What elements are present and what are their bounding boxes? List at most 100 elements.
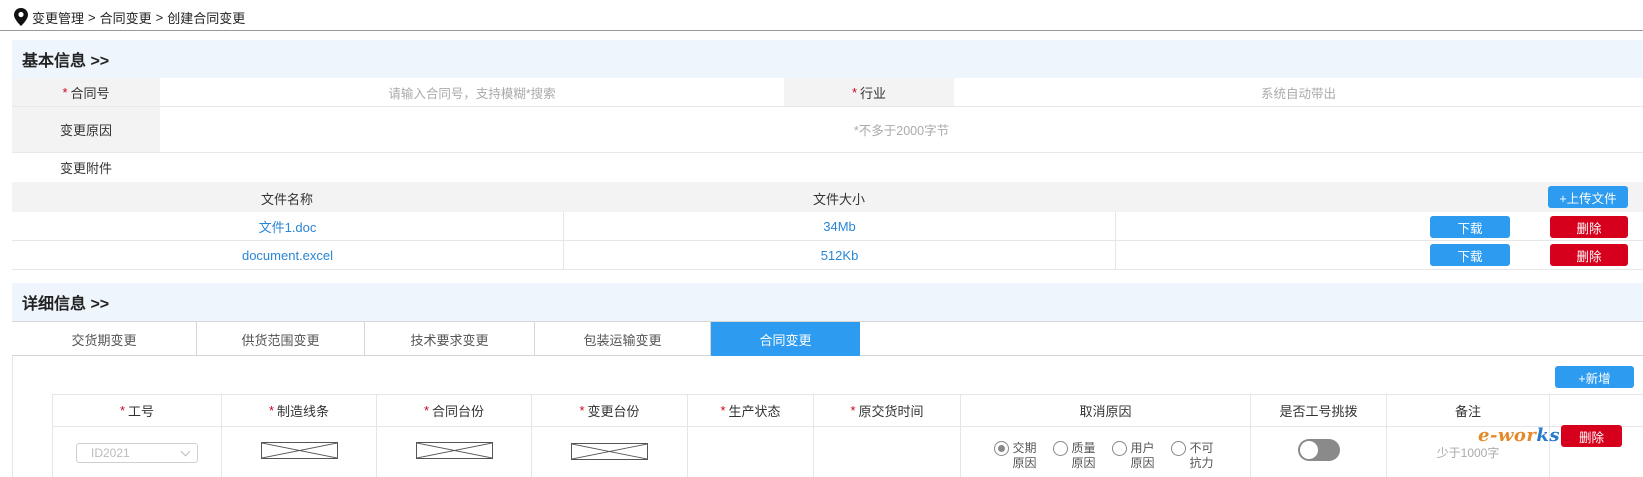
required-mark: *: [62, 84, 68, 100]
add-row-button[interactable]: +新增: [1555, 366, 1634, 388]
breadcrumb-item-create-contract-change: 创建合同变更: [167, 10, 246, 26]
contract-units-input[interactable]: [415, 442, 493, 459]
breadcrumb-separator: >: [88, 9, 96, 25]
change-type-tabs: 交货期变更 供货范围变更 技术要求变更 包装运输变更 合同变更: [12, 321, 1643, 356]
contract-no-input[interactable]: 请输入合同号，支持模糊*搜索: [160, 78, 784, 106]
column-header-change-units: * 变更台份: [532, 395, 688, 426]
file-table-header: 文件名称 文件大小: [12, 182, 1643, 212]
radio-unchecked-icon[interactable]: [1111, 441, 1127, 456]
attachment-area: [160, 153, 1643, 182]
watermark-prefix: e: [1478, 425, 1490, 446]
column-header-production-status: * 生产状态: [688, 395, 814, 426]
job-no-cell: ID2021: [53, 427, 222, 477]
delete-row-button[interactable]: 删除: [1561, 425, 1622, 447]
column-header-text: 工号: [128, 404, 155, 419]
required-mark: *: [851, 84, 858, 100]
cancel-reason-option[interactable]: 不可抗力: [1170, 441, 1218, 471]
delete-file-button[interactable]: 删除: [1550, 244, 1628, 266]
toggle-knob: [1299, 441, 1318, 459]
breadcrumb-item-change-management[interactable]: 变更管理: [32, 8, 84, 27]
eworks-watermark-logo: e-works: [1478, 425, 1560, 446]
column-header-job-no: * 工号: [53, 395, 222, 426]
cancel-reason-label: 用户原因: [1130, 441, 1155, 470]
column-header-contract-units: * 合同台份: [377, 395, 532, 426]
job-transfer-toggle[interactable]: [1297, 439, 1340, 461]
column-header-cancel-reason: 取消原因: [961, 395, 1251, 426]
industry-input[interactable]: 系统自动带出: [954, 78, 1643, 106]
tab-packaging-change[interactable]: 包装运输变更: [535, 322, 711, 356]
cancel-reason-option[interactable]: 质量原因: [1052, 441, 1100, 471]
column-header-text: 制造线条: [277, 404, 330, 419]
file-name-link[interactable]: document.excel: [12, 241, 564, 270]
reason-row: 变更原因 *不多于2000字节: [12, 107, 1643, 153]
detail-table-header: * 工号 * 制造线条 * 合同台份 * 变更台份 * 生产状态 * 原交货时间 取消原因 …: [52, 394, 1643, 427]
radio-checked-icon[interactable]: [993, 441, 1009, 456]
table-row: document.excel 512Kb: [12, 241, 1643, 270]
column-header-job-transfer: 是否工号挑拨: [1251, 395, 1387, 426]
industry-label: * 行业: [784, 78, 954, 106]
required-mark: *: [720, 403, 726, 418]
column-header-text: 原交货时间: [858, 404, 924, 419]
job-no-select[interactable]: ID2021: [76, 443, 198, 463]
change-attachment-label: 变更附件: [12, 153, 160, 182]
table-row: ID2021 交期原因 质量原因 用户原因 不可抗力 少于1000字: [52, 427, 1643, 477]
cancel-reason-radio-group: 交期原因 质量原因 用户原因 不可抗力: [993, 427, 1218, 471]
production-status-cell: [688, 427, 814, 477]
production-line-input[interactable]: [260, 442, 338, 459]
original-delivery-cell: [814, 427, 961, 477]
breadcrumb-item-contract-change[interactable]: 合同变更: [100, 8, 152, 27]
required-mark: *: [579, 403, 585, 418]
column-header-actions: [1550, 395, 1643, 426]
contract-no-label-text: 合同号: [70, 85, 110, 101]
radio-unchecked-icon[interactable]: [1170, 441, 1186, 456]
chevron-down-icon: [180, 446, 191, 456]
download-button[interactable]: 下载: [1430, 216, 1510, 238]
production-line-cell: [222, 427, 377, 477]
cancel-reason-cell: 交期原因 质量原因 用户原因 不可抗力: [961, 427, 1251, 477]
location-pin-icon: [14, 8, 28, 26]
tab-technical-change[interactable]: 技术要求变更: [365, 322, 535, 356]
required-mark: *: [268, 403, 275, 418]
column-header-remark: 备注: [1387, 395, 1550, 426]
header-divider: [0, 30, 1643, 31]
radio-unchecked-icon[interactable]: [1052, 441, 1068, 456]
industry-label-text: 行业: [860, 85, 887, 101]
change-units-input[interactable]: [571, 443, 648, 460]
detail-info-header: 详细信息 >>: [12, 283, 1643, 321]
file-size: 34Mb: [564, 212, 1116, 241]
job-transfer-cell: [1251, 427, 1387, 477]
watermark-text: -wor: [1489, 425, 1537, 446]
file-size-column-header: 文件大小: [813, 192, 866, 207]
change-units-cell: [532, 427, 688, 477]
file-size: 512Kb: [564, 241, 1116, 270]
required-mark: *: [423, 403, 430, 418]
column-header-text: 生产状态: [728, 404, 781, 419]
column-header-production-line: * 制造线条: [222, 395, 377, 426]
tab-contract-change[interactable]: 合同变更: [711, 322, 860, 356]
delete-file-button[interactable]: 删除: [1550, 216, 1628, 238]
contract-no-label: * 合同号: [12, 78, 160, 106]
breadcrumb-separator: >: [155, 9, 164, 25]
job-no-value: ID2021: [91, 446, 130, 460]
tab-supply-scope-change[interactable]: 供货范围变更: [197, 322, 365, 356]
file-name-link[interactable]: 文件1.doc: [12, 212, 564, 241]
cancel-reason-option[interactable]: 用户原因: [1111, 441, 1159, 471]
column-header-text: 合同台份: [432, 404, 485, 419]
change-reason-label: 变更原因: [12, 107, 160, 152]
tab-delivery-change[interactable]: 交货期变更: [12, 322, 197, 356]
cancel-reason-option[interactable]: 交期原因: [993, 441, 1041, 471]
download-button[interactable]: 下载: [1430, 244, 1510, 266]
cancel-reason-label: 不可抗力: [1189, 441, 1214, 470]
attachment-row: 变更附件: [12, 153, 1643, 182]
basic-info-header: 基本信息 >>: [12, 40, 1643, 78]
required-mark: *: [850, 403, 856, 418]
cancel-reason-label: 交期原因: [1012, 441, 1037, 470]
table-row: 文件1.doc 34Mb: [12, 212, 1643, 241]
column-header-original-delivery: * 原交货时间: [814, 395, 961, 426]
upload-file-button[interactable]: +上传文件: [1548, 186, 1628, 208]
contract-row: * 合同号 请输入合同号，支持模糊*搜索 * 行业 系统自动带出: [12, 78, 1643, 107]
column-header-text: 变更台份: [587, 404, 640, 419]
required-mark: *: [119, 403, 126, 418]
change-reason-textarea[interactable]: *不多于2000字节: [160, 107, 1643, 152]
cancel-reason-label: 质量原因: [1071, 441, 1096, 470]
